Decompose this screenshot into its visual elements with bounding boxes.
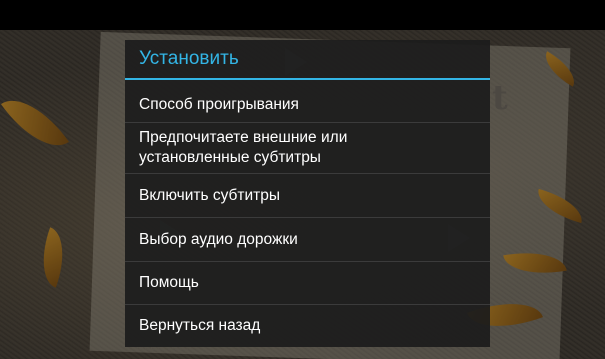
menu-item-playback-method[interactable]: Способ проигрывания: [125, 88, 490, 123]
menu-item-go-back[interactable]: Вернуться назад: [125, 305, 490, 347]
menu-item-enable-subtitles[interactable]: Включить субтитры: [125, 174, 490, 218]
menu-item-label: Помощь: [139, 274, 199, 291]
menu-item-label: Включить субтитры: [139, 186, 281, 204]
menu-item-label: Способ проигрывания: [139, 96, 299, 113]
screen: t Dead Man Установить Способ проигрывани…: [0, 0, 605, 359]
settings-dialog: Установить Способ проигрывания Предпочит…: [125, 40, 490, 347]
menu-item-subtitle-preference[interactable]: Предпочитаете внешние или установленные …: [125, 123, 490, 174]
status-bar: [0, 0, 605, 30]
dialog-title: Установить: [125, 40, 490, 80]
menu-item-audio-track[interactable]: Выбор аудио дорожки: [125, 218, 490, 262]
menu-item-label: Предпочитаете внешние или установленные …: [139, 129, 348, 166]
menu-item-label: Вернуться назад: [139, 317, 261, 334]
menu-item-help[interactable]: Помощь: [125, 262, 490, 305]
menu-item-label: Выбор аудио дорожки: [139, 230, 298, 248]
